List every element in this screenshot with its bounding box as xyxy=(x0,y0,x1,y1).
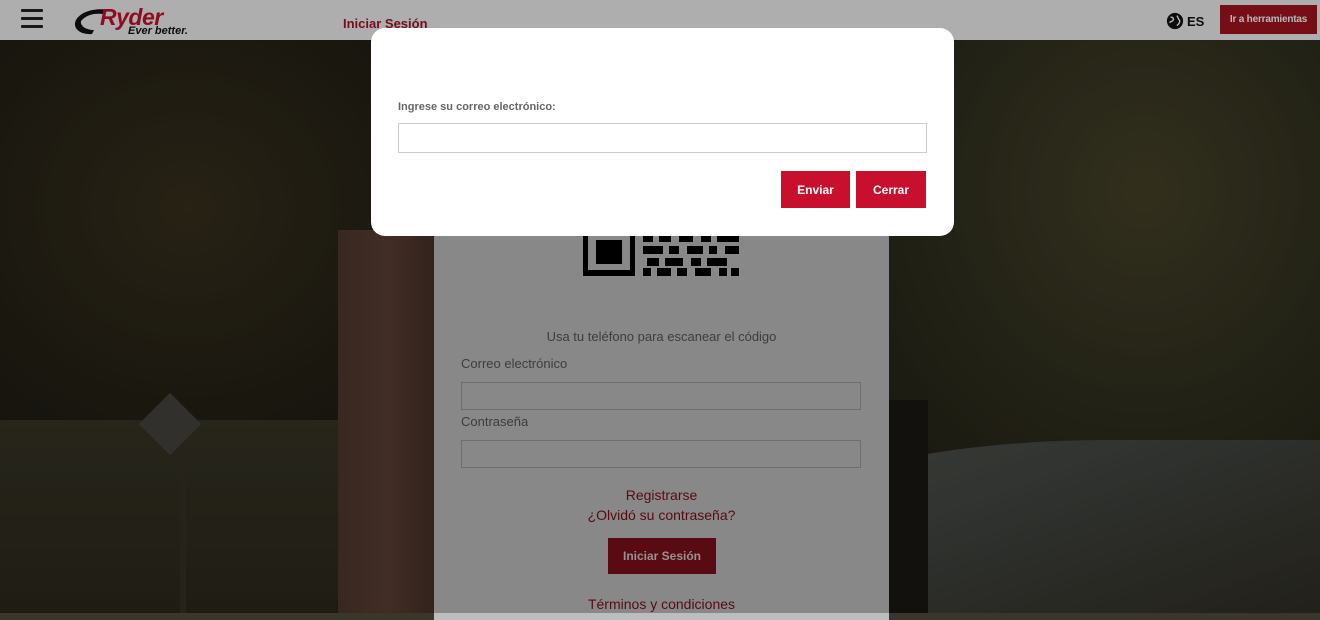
close-button[interactable]: Cerrar xyxy=(856,171,926,208)
modal-email-input[interactable] xyxy=(398,123,927,153)
modal-email-label: Ingrese su correo electrónico: xyxy=(398,101,556,113)
forgot-password-modal: Ingrese su correo electrónico: Enviar Ce… xyxy=(371,28,954,236)
send-button[interactable]: Enviar xyxy=(781,171,850,208)
